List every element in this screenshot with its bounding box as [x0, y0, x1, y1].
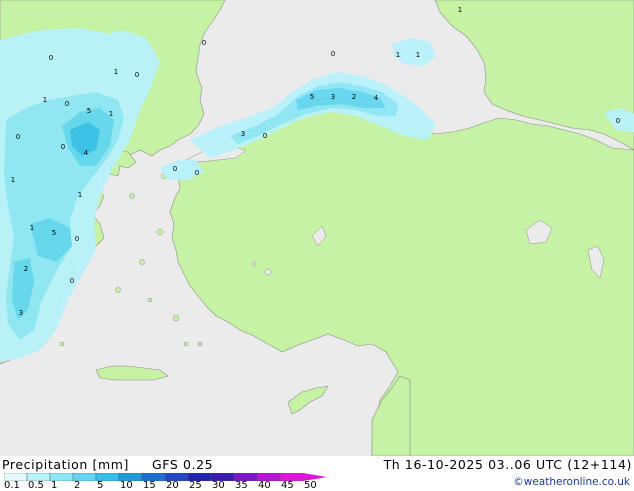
value-label: 1: [109, 110, 113, 118]
value-label: 0: [195, 169, 199, 177]
value-label: 0: [75, 235, 79, 243]
value-label: 1: [43, 96, 47, 104]
value-label: 0: [173, 165, 177, 173]
value-label: 3: [19, 309, 23, 317]
value-label: 5: [310, 93, 314, 101]
value-label: 0: [65, 100, 69, 108]
valid-time: Th 16-10-2025 03..06 UTC (12+114): [383, 457, 632, 472]
value-label: 0: [616, 117, 620, 125]
value-label: 0: [331, 50, 335, 58]
title-precipitation: Precipitation [mm]: [2, 457, 130, 472]
value-label: 0: [202, 39, 206, 47]
value-label: 1: [114, 68, 118, 76]
value-label: 0: [135, 71, 139, 79]
value-label: 0: [61, 143, 65, 151]
value-label: 0: [263, 132, 267, 140]
value-label: 4: [84, 149, 89, 157]
value-label: 4: [374, 94, 379, 102]
value-label: 1: [458, 6, 462, 14]
credit-link[interactable]: ©weatheronline.co.uk: [513, 475, 630, 489]
map-canvas: 01 01 05 10041115020300 1 115 3 2 43 00 00: [0, 0, 634, 456]
value-label: 5: [52, 229, 56, 237]
value-label: 1: [11, 176, 15, 184]
value-label: 5: [87, 107, 91, 115]
value-label: 2: [24, 265, 28, 273]
value-label: 1: [416, 51, 420, 59]
title-model: GFS 0.25: [152, 457, 214, 472]
value-label: 1: [30, 224, 34, 232]
value-label: 0: [70, 277, 74, 285]
value-label: 3: [241, 130, 245, 138]
value-label: 1: [78, 191, 82, 199]
value-label: 3: [331, 93, 335, 101]
value-label: 0: [16, 133, 20, 141]
value-label: 2: [352, 93, 356, 101]
map-footer: Precipitation [mm] GFS 0.25 Th 16-10-202…: [0, 456, 634, 491]
value-label: 1: [396, 51, 400, 59]
precipitation-map: 01010510041115020300111532430000: [0, 0, 634, 456]
value-label: 0: [49, 54, 53, 62]
